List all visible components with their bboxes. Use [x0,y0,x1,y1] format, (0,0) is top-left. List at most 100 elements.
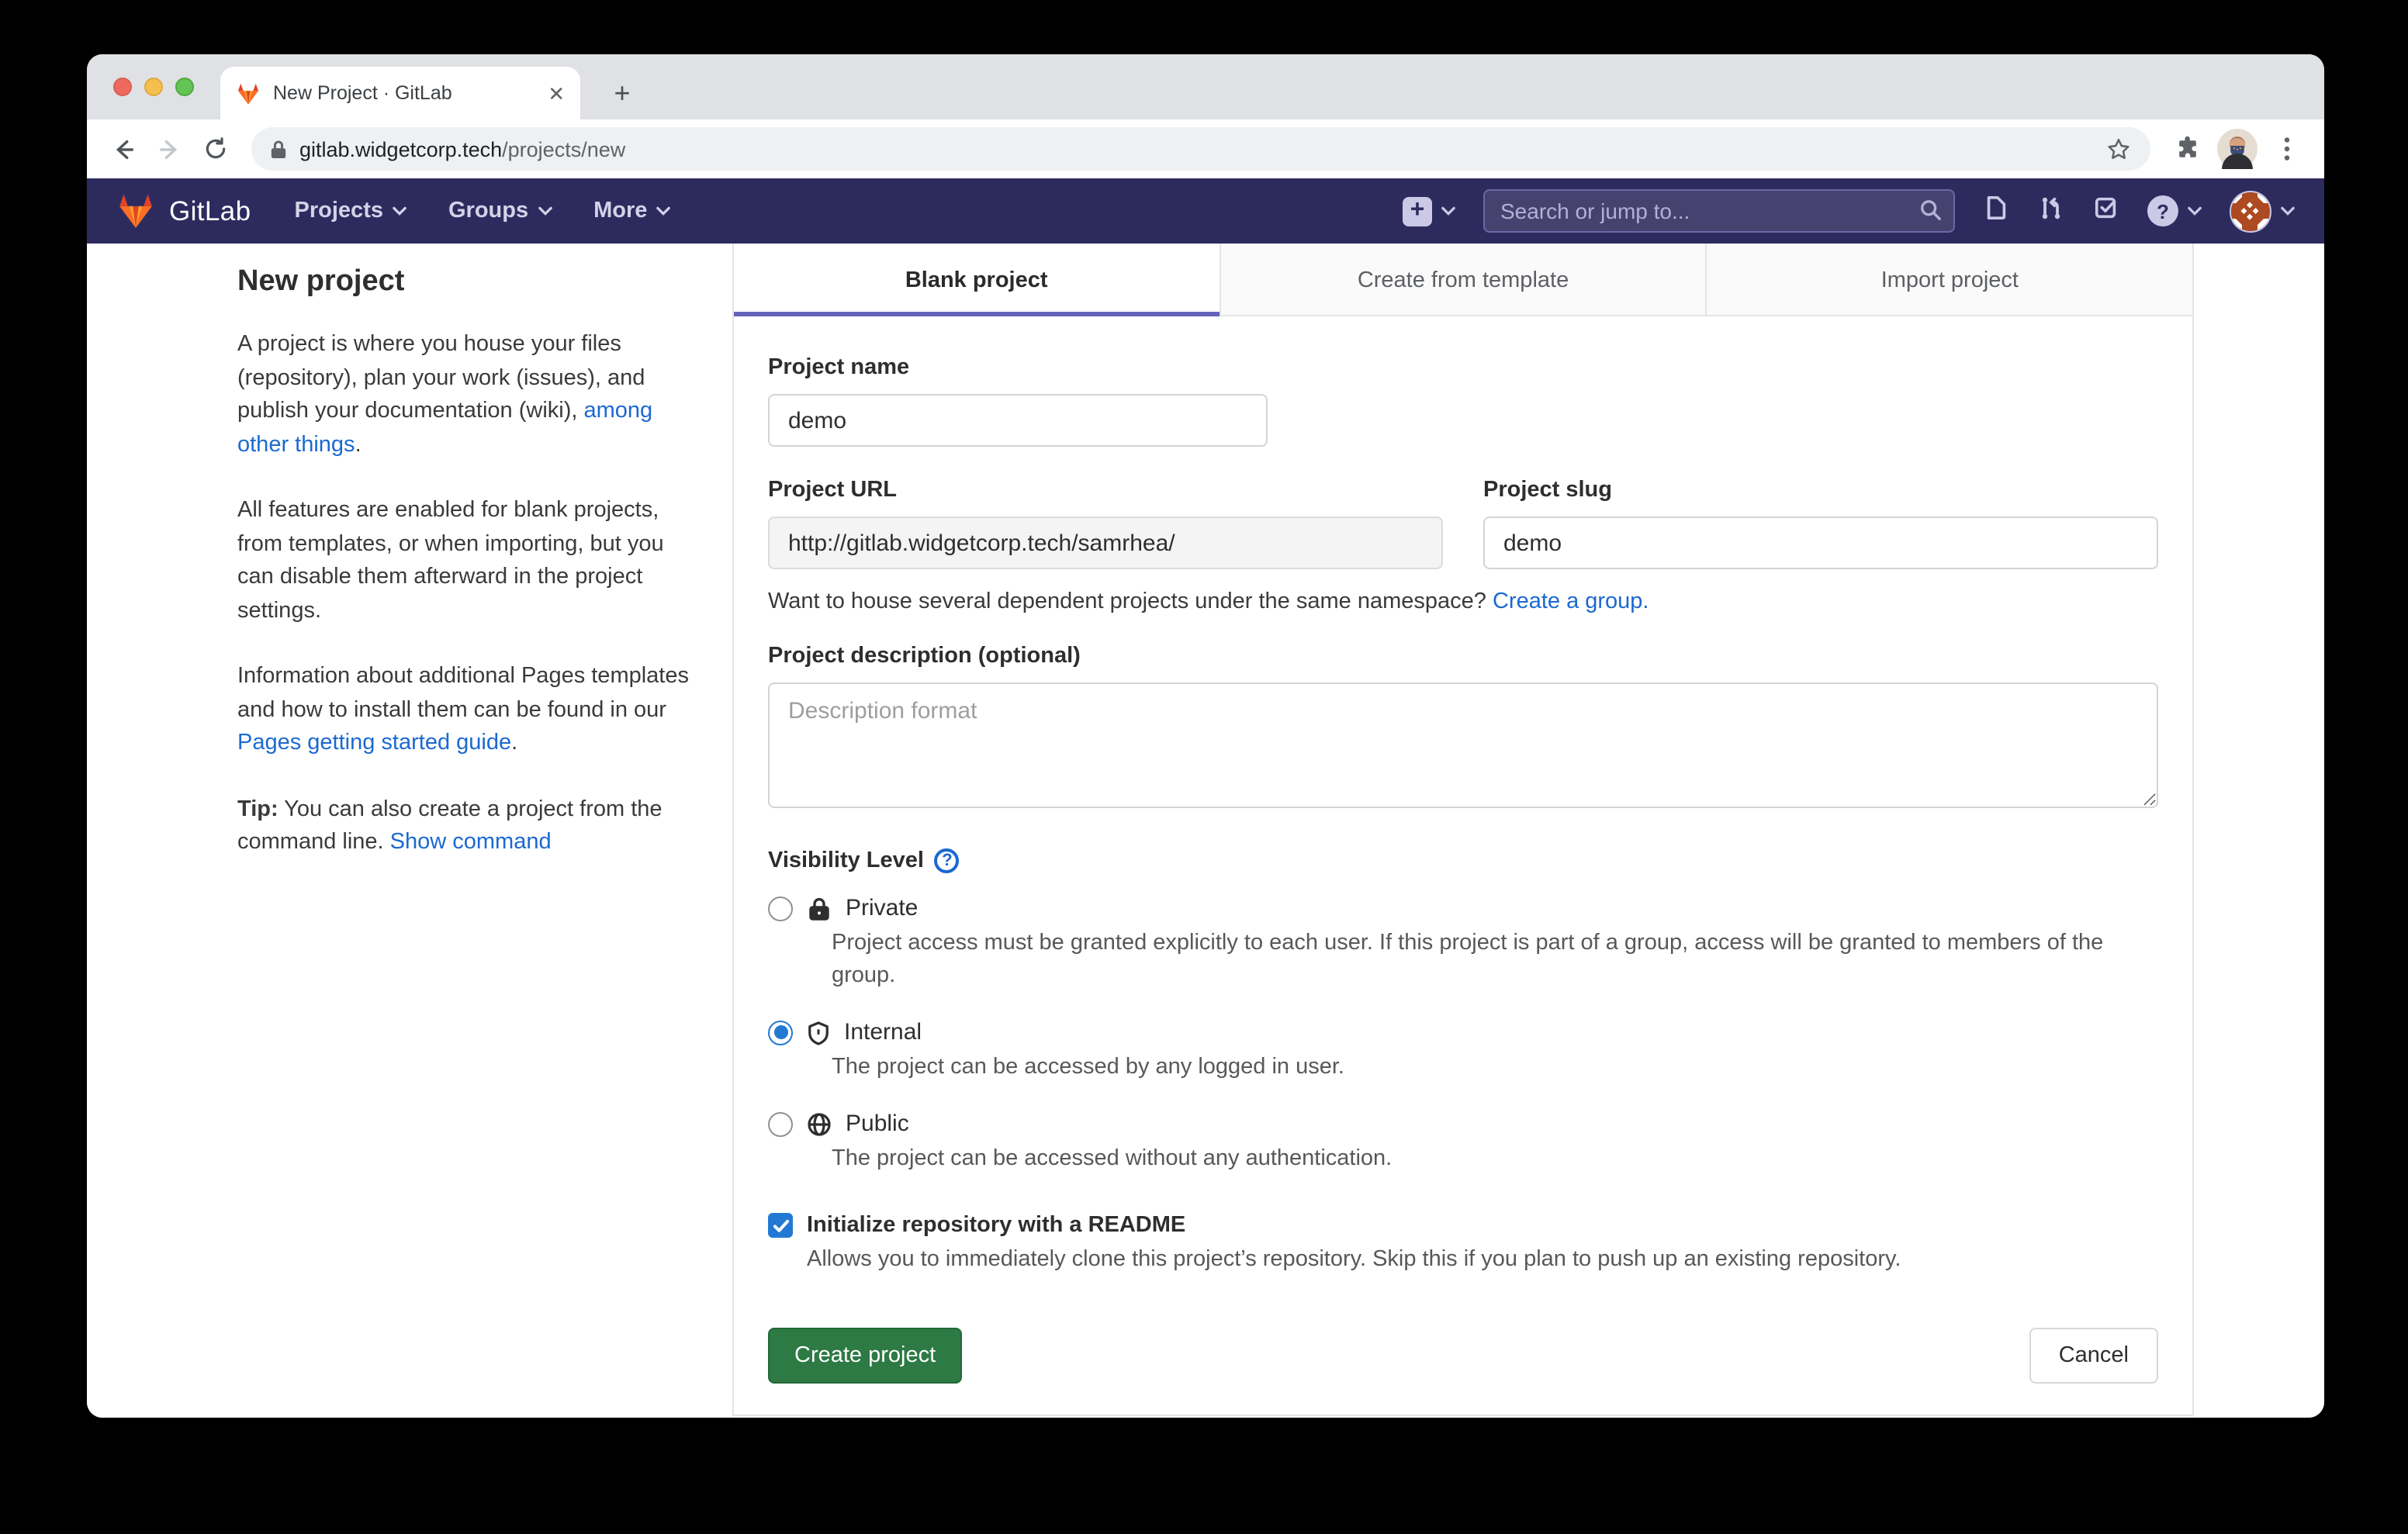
check-icon [772,1218,789,1232]
global-search [1483,189,1955,233]
project-name-label: Project name [768,355,2158,380]
sidebar-tip: Tip: You can also create a project from … [237,793,690,860]
address-bar[interactable]: gitlab.widgetcorp.tech/projects/new [251,127,2150,171]
sidebar-text: . [511,731,517,755]
internal-description: The project can be accessed by any logge… [832,1052,2158,1084]
minimize-window-button[interactable] [144,78,163,96]
chevron-down-icon [656,206,670,216]
visibility-option-private: Private Project access must be granted e… [768,895,2158,993]
bookmark-star-icon[interactable] [2105,136,2132,162]
readme-checkbox[interactable] [768,1213,793,1238]
sidebar-paragraph: A project is where you house your files … [237,329,690,462]
project-url-input[interactable] [768,517,1443,569]
chevron-down-icon [1441,206,1455,216]
close-window-button[interactable] [113,78,132,96]
chevron-down-icon [2188,206,2202,216]
merge-requests-icon[interactable] [2037,193,2065,229]
chevron-down-icon [538,206,552,216]
todos-icon[interactable] [2093,194,2119,228]
public-radio[interactable] [768,1111,793,1136]
plus-icon: + [1403,196,1432,226]
tab-import-project[interactable]: Import project [1706,244,2192,316]
visibility-option-public: Public The project can be accessed witho… [768,1111,2158,1176]
url-host: gitlab.widgetcorp.tech [299,137,502,161]
gitlab-navbar-right: + ? [1403,189,2295,233]
shield-icon [807,1020,830,1045]
tab-create-from-template[interactable]: Create from template [1219,244,1705,316]
url-path: /projects/new [502,137,625,161]
blank-project-form: Project name Project URL Project slug Wa… [734,316,2192,1415]
cancel-button[interactable]: Cancel [2029,1328,2158,1384]
browser-window: New Project · GitLab ✕ + gitlab.widgetco… [87,54,2324,1418]
gitlab-wordmark: GitLab [169,195,251,227]
new-project-panel: Blank project Create from template Impor… [732,244,2194,1416]
private-radio[interactable] [768,896,793,921]
url-slug-row: Project URL Project slug [768,478,2158,569]
back-icon[interactable] [102,129,143,169]
form-actions: Create project Cancel [768,1328,2158,1384]
new-tab-button[interactable]: + [602,73,642,113]
create-group-link[interactable]: Create a group. [1493,589,1649,614]
gitlab-menu: Projects Groups More [295,199,671,223]
browser-toolbar: gitlab.widgetcorp.tech/projects/new [87,119,2324,178]
project-slug-input[interactable] [1483,517,2158,569]
nav-item-projects[interactable]: Projects [295,199,407,223]
public-description: The project can be accessed without any … [832,1143,2158,1176]
globe-icon [807,1111,832,1136]
sidebar-text: . [355,432,362,457]
browser-menu-kebab-icon[interactable] [2265,127,2309,171]
new-menu-button[interactable]: + [1403,196,1455,226]
user-menu-button[interactable] [2230,190,2295,232]
gitlab-navbar: GitLab Projects Groups More + [87,178,2324,244]
readme-label[interactable]: Initialize repository with a README [807,1213,1185,1238]
browser-profile-avatar[interactable] [2216,127,2259,171]
create-project-button[interactable]: Create project [768,1328,962,1384]
user-avatar [2230,190,2271,232]
help-icon: ? [2147,195,2178,226]
nav-item-label: Groups [448,199,528,223]
browser-tab-title: New Project · GitLab [273,82,535,104]
page-title: New project [237,265,690,299]
sidebar-paragraph: Information about additional Pages templ… [237,661,690,761]
tab-blank-project[interactable]: Blank project [734,244,1219,316]
window-controls [113,78,194,96]
page-content: New project A project is where you house… [87,244,2324,1418]
forward-icon[interactable] [149,129,189,169]
project-description-textarea[interactable] [768,682,2158,808]
public-label[interactable]: Public [846,1111,909,1137]
lock-icon [270,139,287,159]
project-name-input[interactable] [768,394,1268,447]
internal-radio[interactable] [768,1020,793,1045]
issues-icon[interactable] [1983,193,2009,229]
visibility-level-label: Visibility Level [768,848,924,873]
search-input[interactable] [1483,189,1955,233]
chevron-down-icon [2281,206,2295,216]
tab-close-icon[interactable]: ✕ [548,83,565,103]
reload-icon[interactable] [195,129,236,169]
browser-tab[interactable]: New Project · GitLab ✕ [220,67,580,119]
help-menu-button[interactable]: ? [2147,195,2202,226]
nav-item-groups[interactable]: Groups [448,199,552,223]
sidebar-text: Information about additional Pages templ… [237,664,689,722]
private-label[interactable]: Private [846,895,918,921]
sidebar-help-column: New project A project is where you house… [237,244,690,893]
extensions-puzzle-icon[interactable] [2166,127,2209,171]
chevron-down-icon [393,206,407,216]
search-icon [1919,199,1943,222]
zoom-window-button[interactable] [175,78,194,96]
show-command-link[interactable]: Show command [390,830,552,855]
namespace-text: Want to house several dependent projects… [768,589,1493,614]
readme-checkbox-row: Initialize repository with a README [768,1213,2158,1238]
url-text: gitlab.widgetcorp.tech/projects/new [299,137,2093,161]
namespace-helper: Want to house several dependent projects… [768,589,2158,614]
lock-icon [807,896,832,921]
tip-label: Tip: [237,796,279,821]
project-type-tabs: Blank project Create from template Impor… [734,244,2192,316]
pages-guide-link[interactable]: Pages getting started guide [237,731,511,755]
gitlab-brand[interactable]: GitLab [116,192,251,230]
project-url-label: Project URL [768,478,1443,503]
nav-item-more[interactable]: More [593,199,670,223]
gitlab-logo-icon [116,192,155,230]
visibility-help-icon[interactable]: ? [935,848,960,873]
internal-label[interactable]: Internal [844,1019,922,1045]
